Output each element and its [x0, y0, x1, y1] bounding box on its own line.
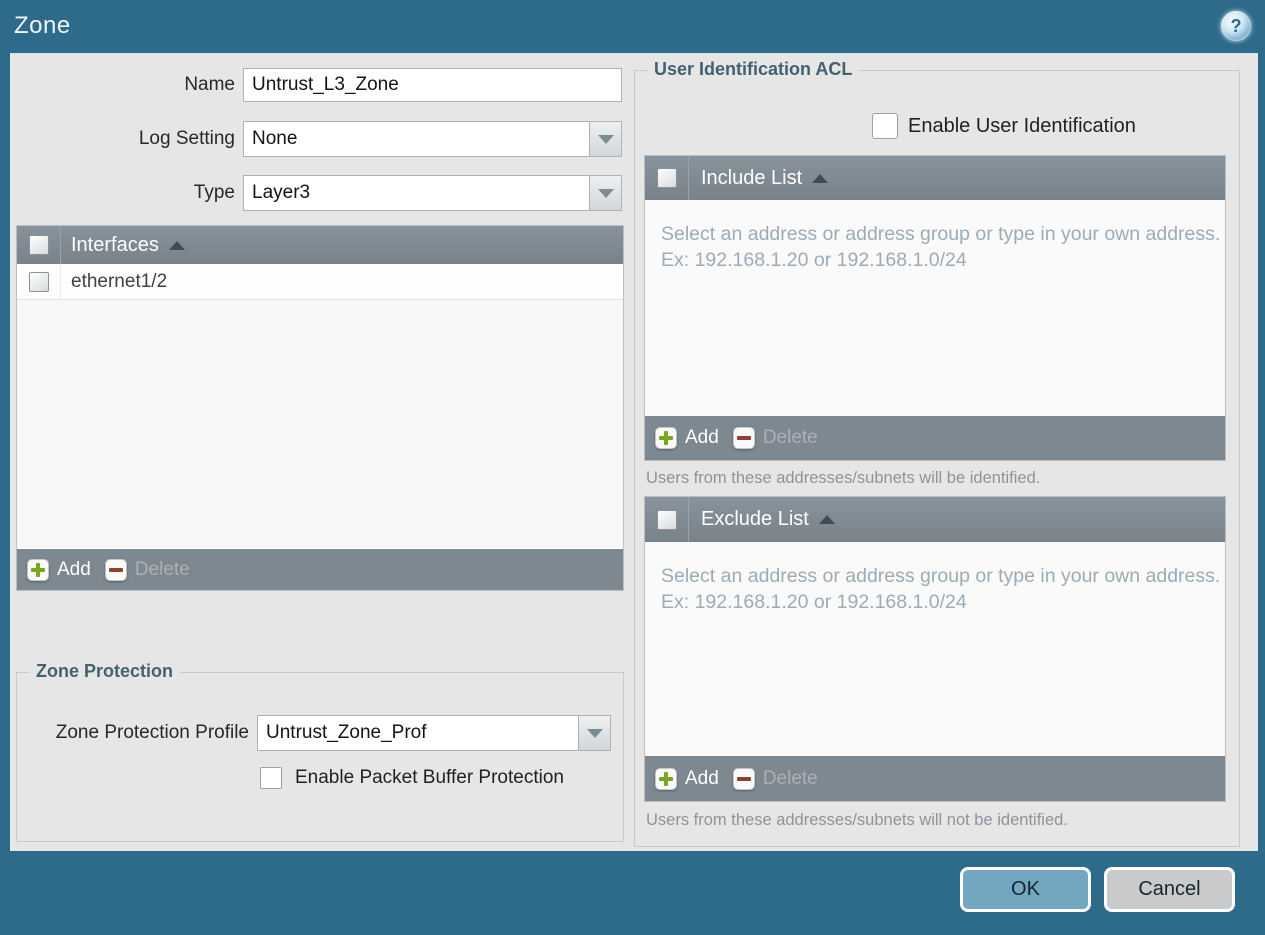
- sort-ascending-icon: [168, 240, 185, 250]
- ok-button[interactable]: OK: [960, 867, 1091, 912]
- interface-name: ethernet1/2: [71, 270, 168, 292]
- exclude-list-body[interactable]: Select an address or address group or ty…: [645, 542, 1225, 755]
- include-add-button[interactable]: Add: [655, 427, 719, 449]
- exclude-add-button[interactable]: Add: [655, 767, 719, 790]
- dialog-title: Zone: [14, 12, 71, 39]
- name-input[interactable]: [243, 68, 622, 102]
- include-select-all-cell: [645, 156, 689, 200]
- zone-protection-group: Zone Protection Zone Protection Profile …: [16, 661, 624, 842]
- name-label: Name: [184, 74, 235, 95]
- sort-ascending-icon: [812, 173, 829, 183]
- chevron-down-icon: [597, 134, 614, 144]
- log-setting-dropdown-button[interactable]: [590, 121, 622, 157]
- log-setting-combo: [243, 121, 622, 157]
- interfaces-select-all-checkbox[interactable]: [28, 235, 49, 255]
- exclude-list-footer: Add Delete: [645, 755, 1225, 801]
- interfaces-column-header[interactable]: Interfaces: [71, 234, 159, 257]
- include-list-header: Include List: [645, 156, 1225, 200]
- include-list-body[interactable]: Select an address or address group or ty…: [645, 200, 1225, 415]
- enable-user-identification-label: Enable User Identification: [908, 115, 1136, 137]
- add-plus-icon: [655, 427, 677, 449]
- type-combo: [243, 175, 622, 211]
- sort-ascending-icon: [818, 515, 835, 524]
- log-setting-label: Log Setting: [138, 128, 235, 149]
- exclude-list-placeholder: Select an address or address group or ty…: [661, 565, 1221, 613]
- include-select-all-checkbox[interactable]: [656, 168, 677, 188]
- exclude-add-label: Add: [685, 767, 719, 789]
- include-list-column-header[interactable]: Include List: [701, 167, 802, 190]
- chevron-down-icon: [597, 188, 614, 198]
- help-icon: ?: [1230, 16, 1242, 36]
- exclude-delete-button[interactable]: Delete: [732, 767, 818, 790]
- zone-protection-profile-input[interactable]: [257, 715, 579, 751]
- exclude-delete-label: Delete: [762, 767, 818, 789]
- zone-protection-legend: Zone Protection: [29, 661, 181, 682]
- include-list-placeholder: Select an address or address group or ty…: [661, 223, 1221, 271]
- name-field-wrap: [243, 68, 622, 102]
- zone-protection-profile-combo: [257, 715, 611, 751]
- user-identification-acl-group: User Identification ACL Enable User Iden…: [634, 59, 1240, 847]
- include-list-note: Users from these addresses/subnets will …: [646, 469, 1041, 487]
- zone-protection-profile-label: Zone Protection Profile: [55, 722, 249, 743]
- exclude-list-note: Users from these addresses/subnets will …: [646, 811, 1068, 829]
- type-dropdown-button[interactable]: [590, 175, 622, 211]
- exclude-select-all-checkbox[interactable]: [656, 509, 677, 530]
- help-button[interactable]: ?: [1221, 11, 1251, 41]
- chevron-down-icon: [586, 728, 603, 738]
- interfaces-select-all-cell: [17, 226, 61, 264]
- include-delete-label: Delete: [762, 427, 818, 448]
- zone-dialog: Zone ? Name Log Setting Type: [0, 0, 1265, 935]
- type-input[interactable]: [243, 175, 590, 211]
- interface-row-checkbox[interactable]: [28, 271, 49, 292]
- cancel-button[interactable]: Cancel: [1104, 867, 1235, 912]
- enable-user-identification-checkbox[interactable]: [872, 113, 898, 139]
- interface-row-checkbox-cell: [17, 264, 61, 299]
- interfaces-table-body: ethernet1/2: [17, 264, 623, 548]
- packet-buffer-protection-checkbox[interactable]: [260, 767, 282, 789]
- exclude-list-header: Exclude List: [645, 497, 1225, 542]
- include-delete-button[interactable]: Delete: [732, 427, 818, 449]
- add-plus-icon: [655, 767, 677, 790]
- dialog-body: Name Log Setting Type Interfaces: [10, 53, 1258, 851]
- include-list-footer: Add Delete: [645, 415, 1225, 460]
- exclude-list-table: Exclude List Select an address or addres…: [644, 496, 1226, 802]
- user-identification-acl-legend: User Identification ACL: [647, 59, 860, 80]
- interfaces-table: Interfaces ethernet1/2 Add Delete: [16, 225, 624, 591]
- zone-protection-profile-dropdown-button[interactable]: [579, 715, 611, 751]
- add-plus-icon: [27, 558, 49, 581]
- include-add-label: Add: [685, 427, 719, 448]
- interfaces-add-button[interactable]: Add: [27, 558, 91, 581]
- interfaces-table-header: Interfaces: [17, 226, 623, 264]
- interfaces-add-label: Add: [57, 558, 91, 580]
- titlebar: Zone ?: [0, 0, 1265, 53]
- interfaces-delete-button[interactable]: Delete: [104, 558, 190, 581]
- exclude-select-all-cell: [645, 497, 689, 542]
- include-list-table: Include List Select an address or addres…: [644, 155, 1226, 461]
- exclude-list-column-header[interactable]: Exclude List: [701, 508, 809, 531]
- log-setting-input[interactable]: [243, 121, 590, 157]
- delete-minus-icon: [732, 427, 755, 449]
- interfaces-table-footer: Add Delete: [17, 548, 623, 590]
- type-label: Type: [193, 182, 235, 203]
- interfaces-delete-label: Delete: [134, 558, 190, 580]
- delete-minus-icon: [104, 558, 127, 581]
- delete-minus-icon: [732, 767, 755, 790]
- interface-row[interactable]: ethernet1/2: [17, 264, 623, 300]
- packet-buffer-protection-label: Enable Packet Buffer Protection: [295, 767, 564, 788]
